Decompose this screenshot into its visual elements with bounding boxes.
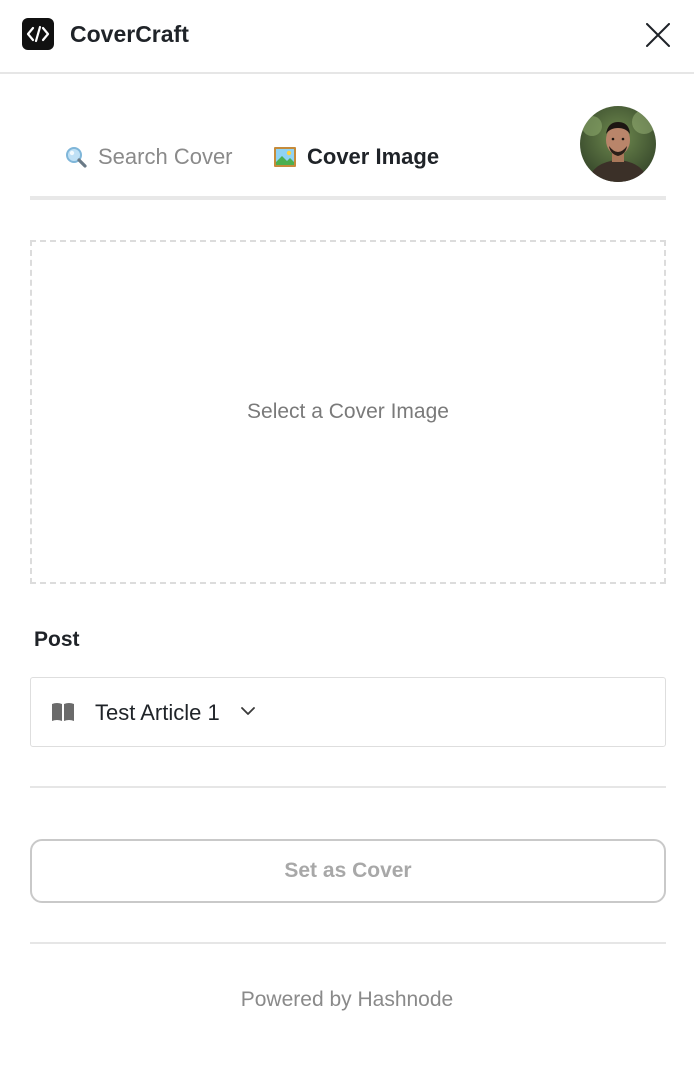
framed-picture-icon	[273, 145, 297, 169]
post-label: Post	[34, 628, 80, 651]
set-as-cover-button[interactable]: Set as Cover	[30, 839, 666, 903]
divider	[30, 786, 666, 788]
user-avatar[interactable]	[580, 106, 656, 182]
footer-text: Powered by Hashnode	[240, 988, 454, 1011]
code-brackets-icon	[22, 18, 54, 50]
post-select-value: Test Article 1	[95, 700, 220, 725]
cover-image-dropzone[interactable]: Select a Cover Image	[30, 240, 666, 584]
tab-cover-image[interactable]: Cover Image	[273, 140, 439, 174]
close-icon	[646, 23, 670, 47]
tabs-underline	[30, 196, 666, 200]
divider	[30, 942, 666, 944]
book-icon	[52, 703, 74, 721]
magnifying-glass-icon	[64, 145, 88, 169]
chevron-down-icon	[241, 707, 255, 715]
tab-search-cover[interactable]: Search Cover	[64, 140, 233, 174]
close-button[interactable]	[640, 17, 676, 53]
app-title: CoverCraft	[70, 21, 189, 47]
app-header: CoverCraft	[0, 0, 694, 74]
post-select[interactable]: Test Article 1	[30, 677, 666, 747]
tab-label: Cover Image	[307, 144, 440, 169]
dropzone-text: Select a Cover Image	[247, 400, 449, 423]
tab-label: Search Cover	[98, 144, 233, 169]
